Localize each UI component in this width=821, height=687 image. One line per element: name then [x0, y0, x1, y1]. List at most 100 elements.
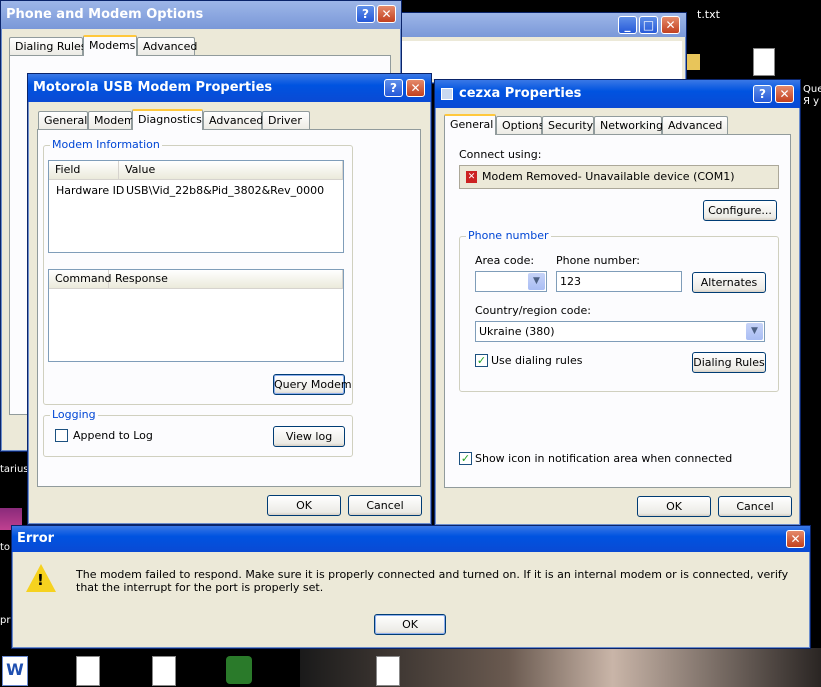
- network-connection-icon: [441, 87, 453, 100]
- desktop-file-label[interactable]: t.txt: [697, 8, 720, 21]
- column-header-field[interactable]: Field: [49, 161, 119, 179]
- column-header-command[interactable]: Command: [49, 270, 112, 288]
- modem-information-group: Modem Information Field Value Hardware I…: [43, 138, 353, 405]
- show-icon-checkbox[interactable]: ✓: [459, 452, 472, 465]
- modem-info-list[interactable]: Field Value Hardware ID USB\Vid_22b8&Pid…: [48, 160, 344, 253]
- tab-diagnostics[interactable]: Diagnostics: [132, 109, 203, 130]
- cezxa-tabs: General Options Security Networking Adva…: [444, 114, 784, 135]
- eye-app-icon[interactable]: [226, 656, 252, 684]
- error-message: The modem failed to respond. Make sure i…: [76, 568, 789, 594]
- motorola-titlebar: Motorola USB Modem Properties: [28, 74, 431, 102]
- error-dialog: Error ✕ ! The modem failed to respond. M…: [11, 525, 811, 649]
- command-response-list[interactable]: Command Response: [48, 269, 344, 362]
- logging-label: Logging: [50, 408, 98, 421]
- window-title: Motorola USB Modem Properties: [33, 80, 273, 95]
- motorola-tabs: General Modem Diagnostics Advanced Drive…: [38, 109, 418, 130]
- document-icon[interactable]: [152, 656, 176, 686]
- phone-number-group-label: Phone number: [466, 229, 551, 242]
- country-region-combo[interactable]: Ukraine (380) ▼: [475, 321, 765, 342]
- window-title: cezxa Properties: [459, 86, 582, 101]
- area-code-label: Area code:: [475, 254, 535, 267]
- show-icon-label: Show icon in notification area when conn…: [475, 452, 733, 465]
- tab-modems[interactable]: Modems: [83, 35, 137, 56]
- cancel-button[interactable]: Cancel: [718, 496, 792, 517]
- phone-number-group: Phone number Area code: ▼ Phone number: …: [459, 229, 779, 392]
- cancel-button[interactable]: Cancel: [348, 495, 422, 516]
- close-icon[interactable]: ✕: [786, 530, 805, 548]
- command-list-header: Command Response: [49, 270, 343, 289]
- tab-advanced[interactable]: Advanced: [137, 37, 197, 55]
- tab-general[interactable]: General: [444, 114, 496, 135]
- error-titlebar: Error: [12, 526, 810, 552]
- alternates-button[interactable]: Alternates: [692, 272, 766, 293]
- column-header-value[interactable]: Value: [119, 161, 343, 179]
- desktop-file-icon[interactable]: [753, 48, 775, 76]
- query-modem-button[interactable]: Query Modem: [273, 374, 352, 395]
- warning-icon-mark: !: [37, 571, 44, 589]
- maximize-icon[interactable]: □: [639, 16, 658, 34]
- phone-number-label: Phone number:: [556, 254, 641, 267]
- use-dialing-rules-checkbox[interactable]: ✓: [475, 354, 488, 367]
- country-region-label: Country/region code:: [475, 304, 591, 317]
- device-box[interactable]: ✕ Modem Removed- Unavailable device (COM…: [459, 165, 779, 189]
- desktop-label-right-2: Я у: [803, 96, 820, 107]
- chevron-down-icon[interactable]: ▼: [528, 273, 545, 290]
- background-window-content: [397, 41, 682, 79]
- dialing-rules-button[interactable]: Dialing Rules: [692, 352, 766, 373]
- motorola-modem-properties-window: Motorola USB Modem Properties ? ✕ Genera…: [27, 73, 432, 525]
- tab-security[interactable]: Security: [542, 116, 594, 134]
- help-icon[interactable]: ?: [356, 5, 375, 23]
- info-row-value: USB\Vid_22b8&Pid_3802&Rev_0000: [126, 184, 325, 197]
- append-to-log-label: Append to Log: [73, 429, 153, 442]
- tab-options[interactable]: Options: [496, 116, 544, 134]
- phone-number-input[interactable]: 123: [556, 271, 682, 292]
- logging-group: Logging Append to Log View log: [43, 408, 353, 457]
- device-name: Modem Removed- Unavailable device (COM1): [482, 170, 735, 183]
- modem-removed-icon: ✕: [466, 171, 477, 183]
- tab-dialing-rules[interactable]: Dialing Rules: [9, 37, 87, 55]
- tab-advanced[interactable]: Advanced: [203, 111, 263, 129]
- window-title: Phone and Modem Options: [6, 7, 204, 22]
- connect-using-label: Connect using:: [459, 148, 542, 161]
- phone-modem-tabs: Dialing Rules Modems Advanced: [9, 35, 389, 56]
- folder-icon[interactable]: [686, 54, 700, 70]
- help-icon[interactable]: ?: [384, 79, 403, 97]
- info-row-field: Hardware ID: [56, 184, 125, 197]
- use-dialing-rules-label: Use dialing rules: [491, 354, 583, 367]
- configure-button[interactable]: Configure...: [703, 200, 777, 221]
- background-window: _ □ ✕: [392, 12, 687, 84]
- cezxa-properties-window: cezxa Properties ? ✕ General Options Sec…: [434, 79, 801, 526]
- cezxa-titlebar: cezxa Properties: [435, 80, 800, 108]
- help-icon[interactable]: ?: [753, 85, 772, 103]
- window-title: Error: [17, 531, 55, 546]
- document-icon[interactable]: [76, 656, 100, 686]
- word-doc-icon[interactable]: W: [2, 656, 28, 686]
- diagnostics-panel: Modem Information Field Value Hardware I…: [37, 129, 421, 487]
- append-to-log-checkbox[interactable]: [55, 429, 68, 442]
- desktop-label-left-2: to: [0, 542, 11, 553]
- chevron-down-icon[interactable]: ▼: [746, 323, 763, 340]
- minimize-icon[interactable]: _: [618, 16, 637, 34]
- close-icon[interactable]: ✕: [775, 85, 794, 103]
- ok-button[interactable]: OK: [374, 614, 446, 635]
- ok-button[interactable]: OK: [637, 496, 711, 517]
- desktop-label-right-1: Que: [803, 84, 821, 95]
- phone-modem-titlebar: Phone and Modem Options: [1, 1, 401, 29]
- close-icon[interactable]: ✕: [406, 79, 425, 97]
- close-icon[interactable]: ✕: [661, 16, 680, 34]
- desktop-label-left-1: tarius: [0, 464, 29, 475]
- info-list-header: Field Value: [49, 161, 343, 180]
- close-icon[interactable]: ✕: [377, 5, 396, 23]
- view-log-button[interactable]: View log: [273, 426, 345, 447]
- modem-information-label: Modem Information: [50, 138, 162, 151]
- tab-networking[interactable]: Networking: [594, 116, 663, 134]
- ok-button[interactable]: OK: [267, 495, 341, 516]
- tab-modem[interactable]: Modem: [88, 111, 135, 129]
- column-header-response[interactable]: Response: [109, 270, 343, 288]
- text-file-icon[interactable]: [376, 656, 400, 686]
- tab-driver[interactable]: Driver: [262, 111, 310, 129]
- area-code-combo[interactable]: ▼: [475, 271, 547, 292]
- tab-general[interactable]: General: [38, 111, 88, 129]
- tab-advanced[interactable]: Advanced: [662, 116, 728, 134]
- general-panel: Connect using: ✕ Modem Removed- Unavaila…: [444, 134, 791, 488]
